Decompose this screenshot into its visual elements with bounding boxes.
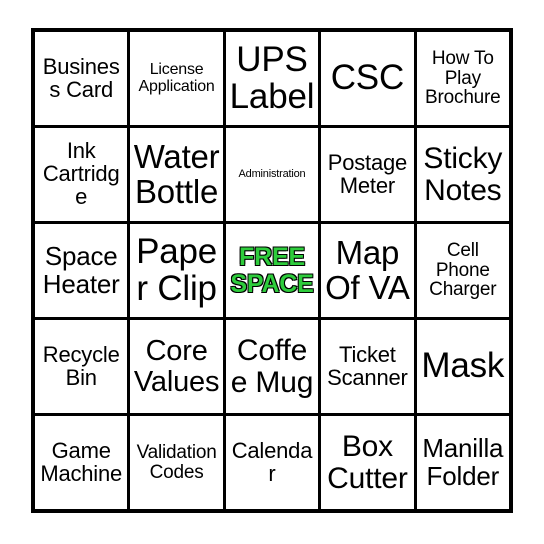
bingo-cell-label: Mask [421, 346, 505, 386]
bingo-cell[interactable]: Map Of VA [321, 224, 414, 317]
bingo-cell[interactable]: Game Machine [35, 416, 128, 509]
bingo-cell[interactable]: UPS Label [225, 32, 319, 125]
bingo-cell[interactable]: Water Bottle [130, 128, 223, 221]
bingo-cell[interactable]: Core Values [130, 320, 223, 413]
bingo-cell-label: Administration [238, 167, 306, 180]
bingo-cell-label: Box Cutter [327, 430, 408, 495]
bingo-cell[interactable]: Ink Cartridge [35, 128, 128, 221]
bingo-cell[interactable]: Business Card [35, 32, 128, 125]
bingo-cell-label: Paper Clip [136, 232, 218, 308]
bingo-cell[interactable]: Validation Codes [130, 416, 223, 509]
bingo-cell[interactable]: Sticky Notes [416, 128, 509, 221]
bingo-cell[interactable]: Coffee Mug [225, 320, 319, 413]
bingo-cell[interactable]: Ticket Scanner [321, 320, 414, 413]
bingo-cell[interactable]: CSC [321, 32, 414, 125]
bingo-card: Business Card License Application UPS Labe… [31, 28, 513, 513]
bingo-cell[interactable]: Space Heater [35, 224, 128, 317]
bingo-cell-label: Cell Phone Charger [429, 239, 497, 301]
bingo-cell-label: Core Values [133, 335, 220, 398]
bingo-cell[interactable]: License Application [130, 32, 223, 125]
bingo-cell-label: Business Card [42, 53, 120, 102]
bingo-cell-label: Recycle Bin [42, 341, 120, 390]
bingo-cell[interactable]: Mask [416, 320, 509, 413]
bingo-cell[interactable]: Paper Clip [130, 224, 223, 317]
bingo-cell[interactable]: Recycle Bin [35, 320, 128, 413]
bingo-cell-label: Sticky Notes [423, 142, 503, 207]
bingo-cell-label: Coffee Mug [230, 334, 314, 399]
bingo-cell-label: UPS Label [229, 40, 315, 116]
bingo-cell-free-space[interactable]: FREE SPACE [225, 224, 319, 317]
bingo-cell-label: Postage Meter [327, 149, 408, 198]
bingo-cell[interactable]: Calendar [225, 416, 319, 509]
bingo-cell-label: Calendar [231, 437, 313, 486]
bingo-cell-label: Ink Cartridge [42, 138, 120, 209]
bingo-cell-label: Space Heater [42, 241, 120, 299]
bingo-cell[interactable]: Administration [225, 128, 319, 221]
bingo-cell-label: Manilla Folder [422, 433, 504, 491]
bingo-cell[interactable]: Postage Meter [321, 128, 414, 221]
bingo-cell-label: License Application [138, 60, 215, 95]
bingo-cell-label: Water Bottle [133, 138, 220, 210]
bingo-cell[interactable]: Manilla Folder [416, 416, 509, 509]
bingo-cell-label: Map Of VA [325, 234, 410, 306]
free-space-label: FREE SPACE [230, 243, 315, 298]
bingo-cell-label: Ticket Scanner [327, 341, 408, 390]
bingo-cell[interactable]: How To Play Brochure [416, 32, 509, 125]
bingo-cell-label: CSC [330, 58, 405, 98]
bingo-cell-label: How To Play Brochure [425, 47, 501, 109]
bingo-cell[interactable]: Box Cutter [321, 416, 414, 509]
bingo-cell[interactable]: Cell Phone Charger [416, 224, 509, 317]
bingo-cell-label: Game Machine [40, 437, 123, 486]
bingo-cell-label: Validation Codes [136, 441, 217, 483]
